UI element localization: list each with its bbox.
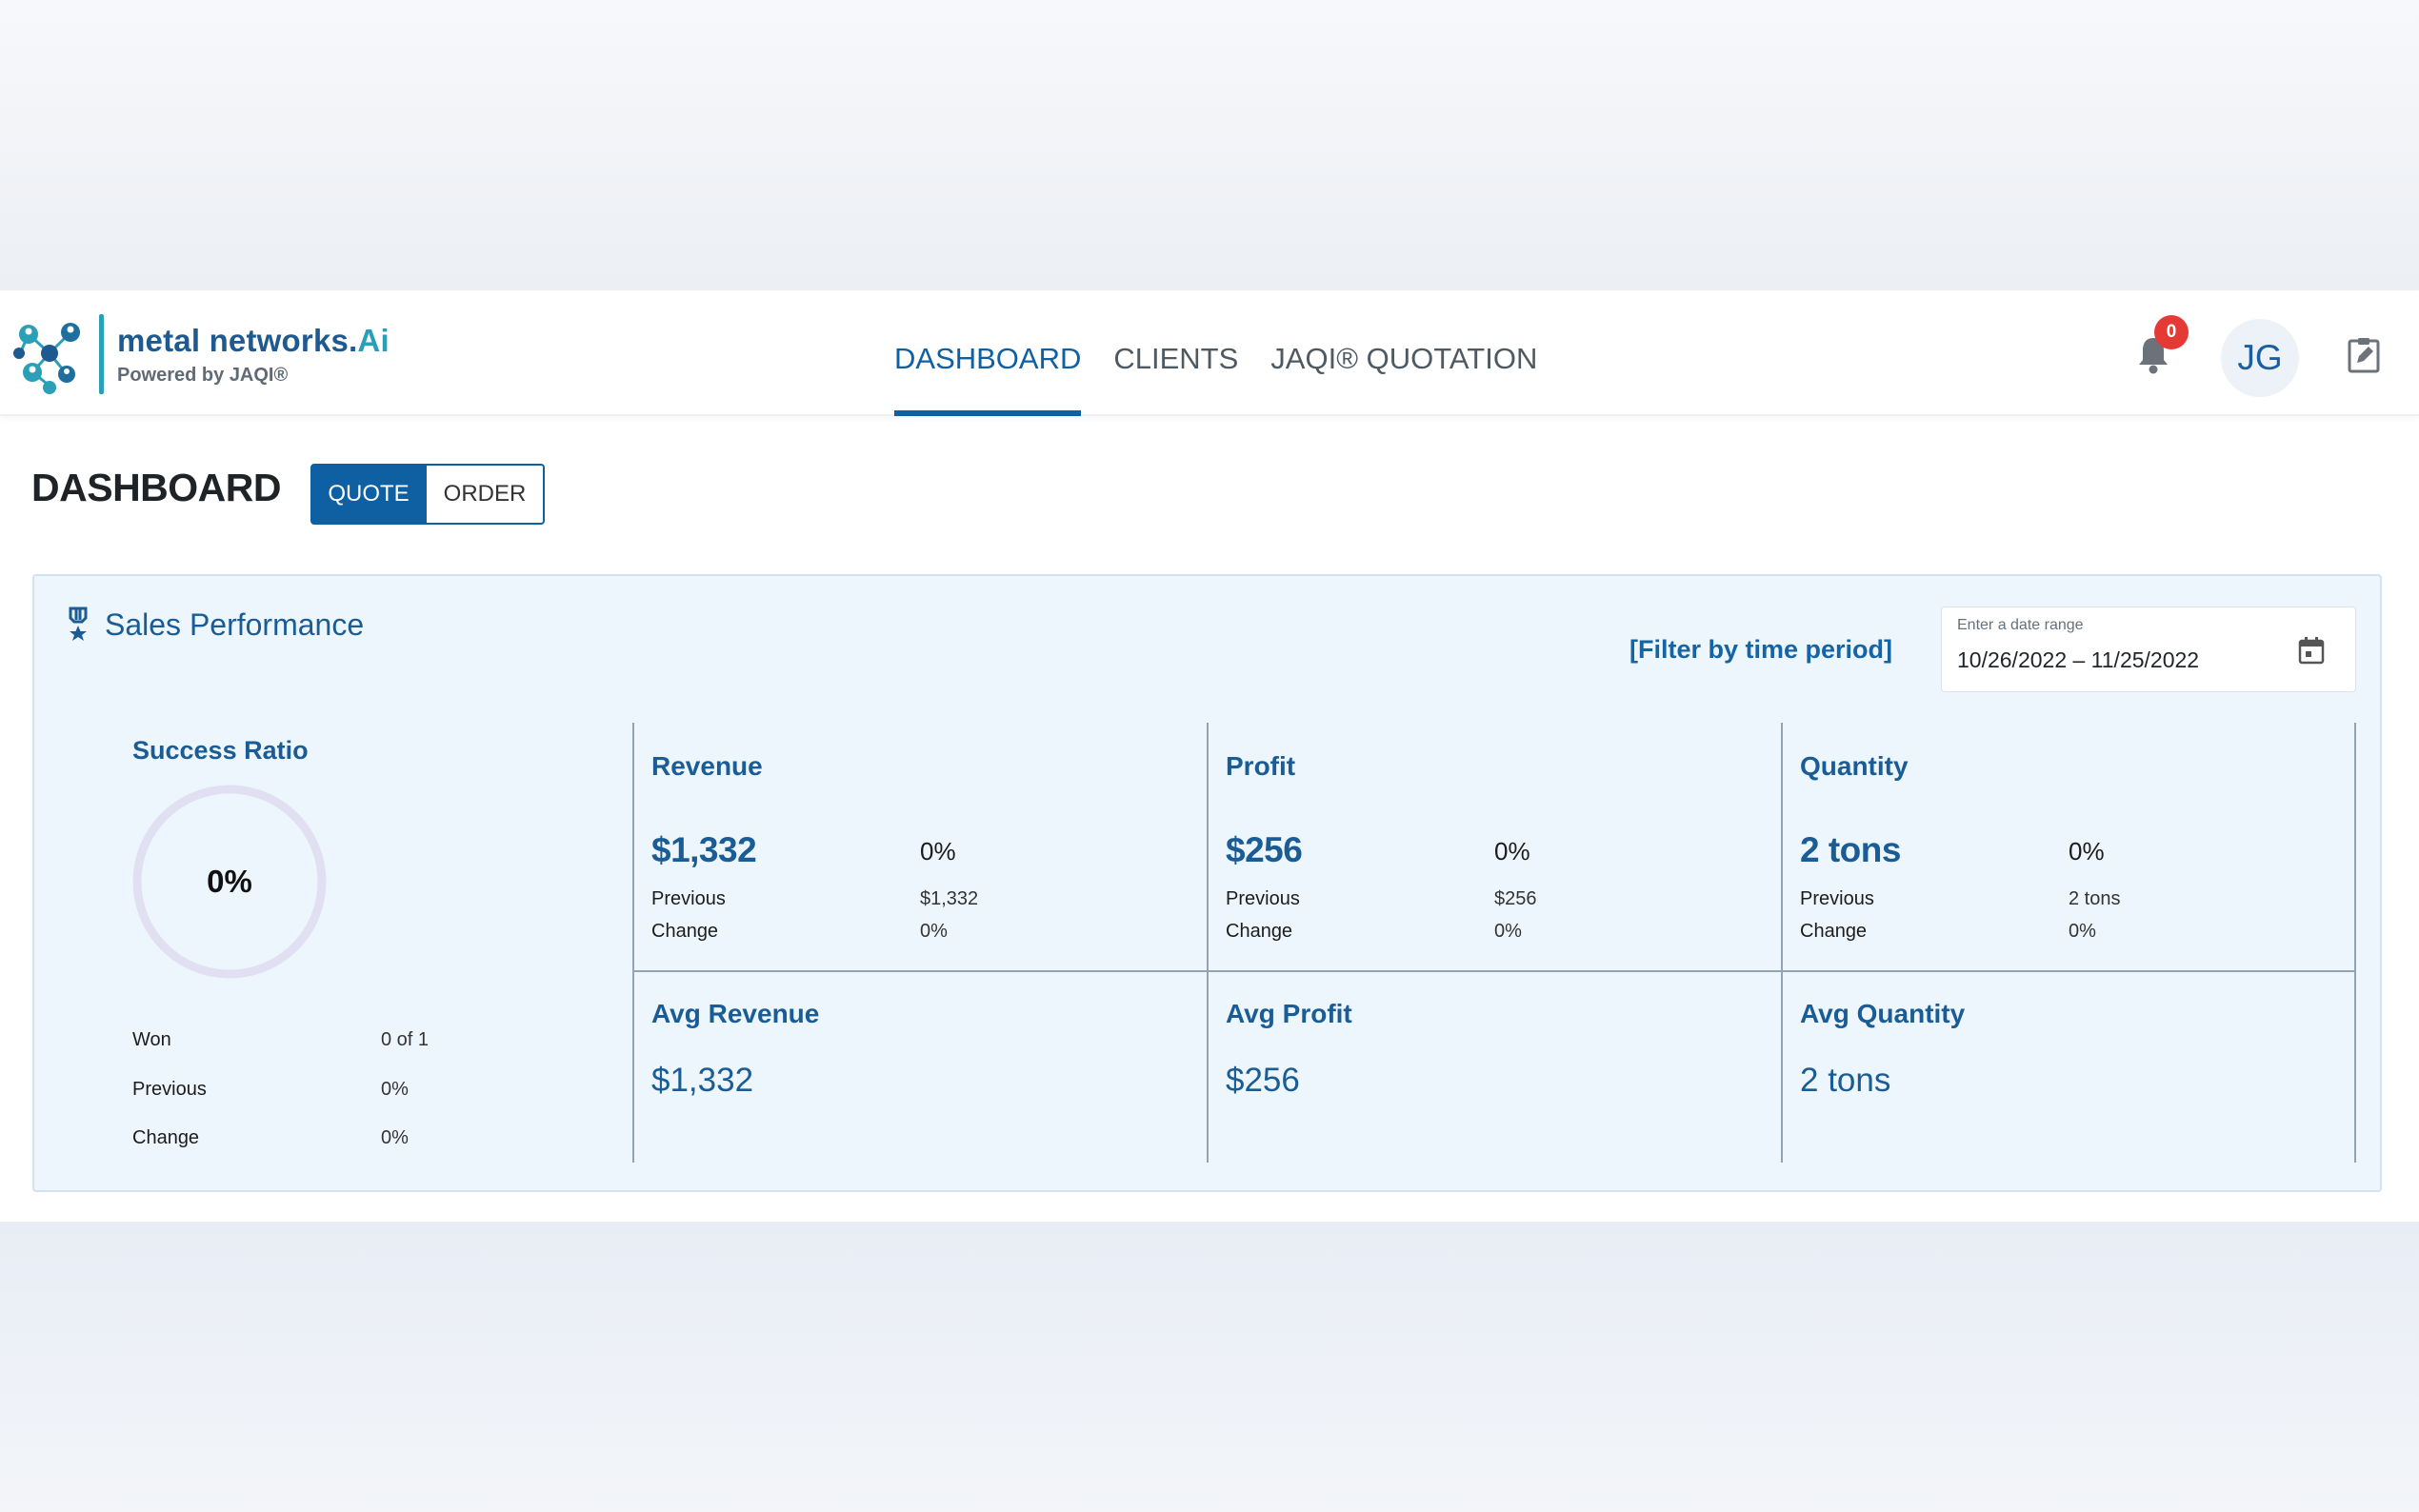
award-icon xyxy=(69,607,88,641)
metrics-grid: Revenue $1,332 0% Previous $1,332 Change… xyxy=(632,723,2356,1163)
calendar-icon[interactable] xyxy=(2298,636,2325,665)
filter-by-time-link[interactable]: [Filter by time period] xyxy=(1629,635,1892,665)
page-background-bottom xyxy=(0,1222,2419,1512)
profit-value: $256 xyxy=(1226,830,1303,869)
date-range-label: Enter a date range xyxy=(1957,617,2084,633)
date-range-value[interactable]: 10/26/2022 – 11/25/2022 xyxy=(1957,647,2199,673)
previous-label: Previous xyxy=(132,1079,207,1100)
logo-text: metal networks.Ai Powered by JAQI® xyxy=(117,323,390,387)
page-background-top xyxy=(0,0,2419,290)
panel-header: Sales Performance xyxy=(67,607,364,643)
quote-order-toggle: QUOTE ORDER xyxy=(310,464,545,525)
logo[interactable]: metal networks.Ai Powered by JAQI® xyxy=(11,313,390,395)
revenue-card: Revenue $1,332 0% Previous $1,332 Change… xyxy=(632,723,1207,972)
revenue-value: $1,332 xyxy=(651,830,757,869)
revenue-change-value: 0% xyxy=(920,921,948,942)
profit-previous-label: Previous xyxy=(1226,888,1300,909)
date-range-field[interactable]: Enter a date range 10/26/2022 – 11/25/20… xyxy=(1941,607,2356,692)
profit-pct: 0% xyxy=(1494,837,1530,865)
page-title: DASHBOARD xyxy=(31,466,282,509)
quantity-previous-label: Previous xyxy=(1800,888,1874,909)
profit-change-value: 0% xyxy=(1494,921,1522,942)
won-label: Won xyxy=(132,1029,171,1050)
success-ratio-value: 0% xyxy=(207,864,252,899)
quantity-change-value: 0% xyxy=(2069,921,2096,942)
won-value: 0 of 1 xyxy=(381,1029,430,1050)
change-value: 0% xyxy=(381,1127,409,1148)
logo-name: metal networks.Ai xyxy=(117,322,390,358)
logo-subtitle: Powered by JAQI® xyxy=(117,364,289,386)
network-logo-icon xyxy=(13,323,80,394)
notification-badge: 0 xyxy=(2154,315,2189,349)
quantity-title: Quantity xyxy=(1800,751,1909,781)
quantity-change-label: Change xyxy=(1800,921,1868,942)
revenue-change-label: Change xyxy=(651,921,719,942)
user-avatar[interactable]: JG xyxy=(2221,319,2299,397)
profit-change-label: Change xyxy=(1226,921,1293,942)
quote-button[interactable]: QUOTE xyxy=(310,464,427,525)
app-window: metal networks.Ai Powered by JAQI® DASHB… xyxy=(0,290,2419,1222)
previous-value: 0% xyxy=(381,1079,409,1100)
nav-dashboard[interactable]: DASHBOARD xyxy=(894,290,1082,416)
nav-jaqi-quotation[interactable]: JAQI® QUOTATION xyxy=(1270,290,1537,416)
revenue-title: Revenue xyxy=(651,751,763,781)
quantity-pct: 0% xyxy=(2069,837,2105,865)
avg-revenue-card: Avg Revenue $1,332 xyxy=(632,972,1207,1163)
profit-previous-value: $256 xyxy=(1494,888,1537,909)
logo-divider xyxy=(99,314,104,394)
quantity-value: 2 tons xyxy=(1800,830,1901,869)
order-button[interactable]: ORDER xyxy=(427,464,545,525)
top-header: metal networks.Ai Powered by JAQI® DASHB… xyxy=(0,290,2419,416)
revenue-previous-label: Previous xyxy=(651,888,726,909)
profit-title: Profit xyxy=(1226,751,1296,781)
avg-profit-card: Avg Profit $256 xyxy=(1207,972,1781,1163)
clipboard-edit-icon[interactable] xyxy=(2347,336,2381,374)
quantity-previous-value: 2 tons xyxy=(2069,888,2121,909)
revenue-pct: 0% xyxy=(920,837,956,865)
quantity-card: Quantity 2 tons 0% Previous 2 tons Chang… xyxy=(1781,723,2356,972)
avg-revenue-value: $1,332 xyxy=(651,1062,754,1099)
avg-revenue-title: Avg Revenue xyxy=(651,999,820,1028)
panel-title: Sales Performance xyxy=(105,607,365,642)
avg-profit-title: Avg Profit xyxy=(1226,999,1352,1028)
avg-profit-value: $256 xyxy=(1226,1062,1300,1099)
profit-card: Profit $256 0% Previous $256 Change 0% xyxy=(1207,723,1781,972)
nav-clients[interactable]: CLIENTS xyxy=(1113,290,1238,416)
avg-quantity-card: Avg Quantity 2 tons xyxy=(1781,972,2356,1163)
sales-performance-panel: Sales Performance [Filter by time period… xyxy=(32,574,2382,1192)
success-ratio-title: Success Ratio xyxy=(132,736,309,765)
avg-quantity-title: Avg Quantity xyxy=(1800,999,1966,1028)
change-label: Change xyxy=(132,1127,200,1148)
grid-right-border xyxy=(2354,723,2356,1163)
revenue-previous-value: $1,332 xyxy=(920,888,979,909)
avg-quantity-value: 2 tons xyxy=(1800,1062,1891,1099)
main-nav: DASHBOARD CLIENTS JAQI® QUOTATION xyxy=(894,290,1569,416)
